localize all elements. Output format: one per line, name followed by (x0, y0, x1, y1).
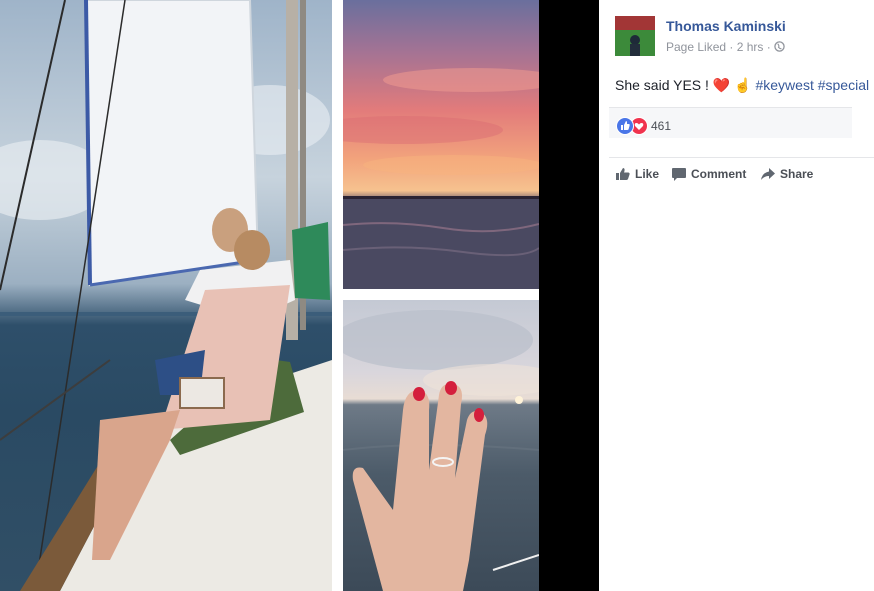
photo-divider-horizontal (343, 289, 539, 300)
like-reaction-icon (616, 117, 634, 135)
reaction-count[interactable]: 461 (651, 119, 671, 133)
share-icon (761, 168, 775, 180)
photo-sunset[interactable] (343, 0, 539, 289)
share-label: Share (780, 167, 814, 181)
post-text-main: She said YES ! (615, 77, 713, 93)
post-emojis: ❤️ ☝ (712, 77, 752, 93)
photo-viewer (0, 0, 599, 591)
post-text: She said YES ! ❤️ ☝ #keywest #special (615, 77, 869, 94)
ring-hand-scene (343, 310, 539, 591)
hashtag-special[interactable]: #special (818, 77, 869, 93)
photo-sailboat-couple[interactable] (0, 0, 332, 591)
photo-divider-vertical (332, 0, 343, 591)
author-name[interactable]: Thomas Kaminski (666, 18, 786, 34)
sunset-scene (343, 68, 539, 289)
photo-ring-hand[interactable] (343, 300, 539, 591)
globe-icon[interactable] (774, 41, 785, 52)
reactions-bar[interactable]: 461 (609, 107, 852, 138)
sailboat-scene (0, 0, 332, 591)
post-meta: Page Liked · 2 hrs · (666, 40, 785, 54)
avatar[interactable] (615, 16, 655, 56)
hashtag-keywest[interactable]: #keywest (755, 77, 813, 93)
comment-label: Comment (691, 167, 747, 181)
comment-button[interactable]: Comment (671, 165, 751, 185)
actions-divider (609, 157, 874, 158)
like-label: Like (635, 167, 660, 181)
like-button[interactable]: Like (615, 165, 663, 185)
post-header: Thomas Kaminski Page Liked · 2 hrs · (615, 16, 870, 58)
post-panel: Thomas Kaminski Page Liked · 2 hrs · She… (599, 0, 874, 591)
thumbs-up-icon (616, 168, 630, 180)
share-button[interactable]: Share (760, 165, 820, 185)
comment-icon (672, 168, 686, 181)
avatar-image (615, 16, 655, 56)
post-meta-text: Page Liked · 2 hrs · (666, 40, 771, 54)
